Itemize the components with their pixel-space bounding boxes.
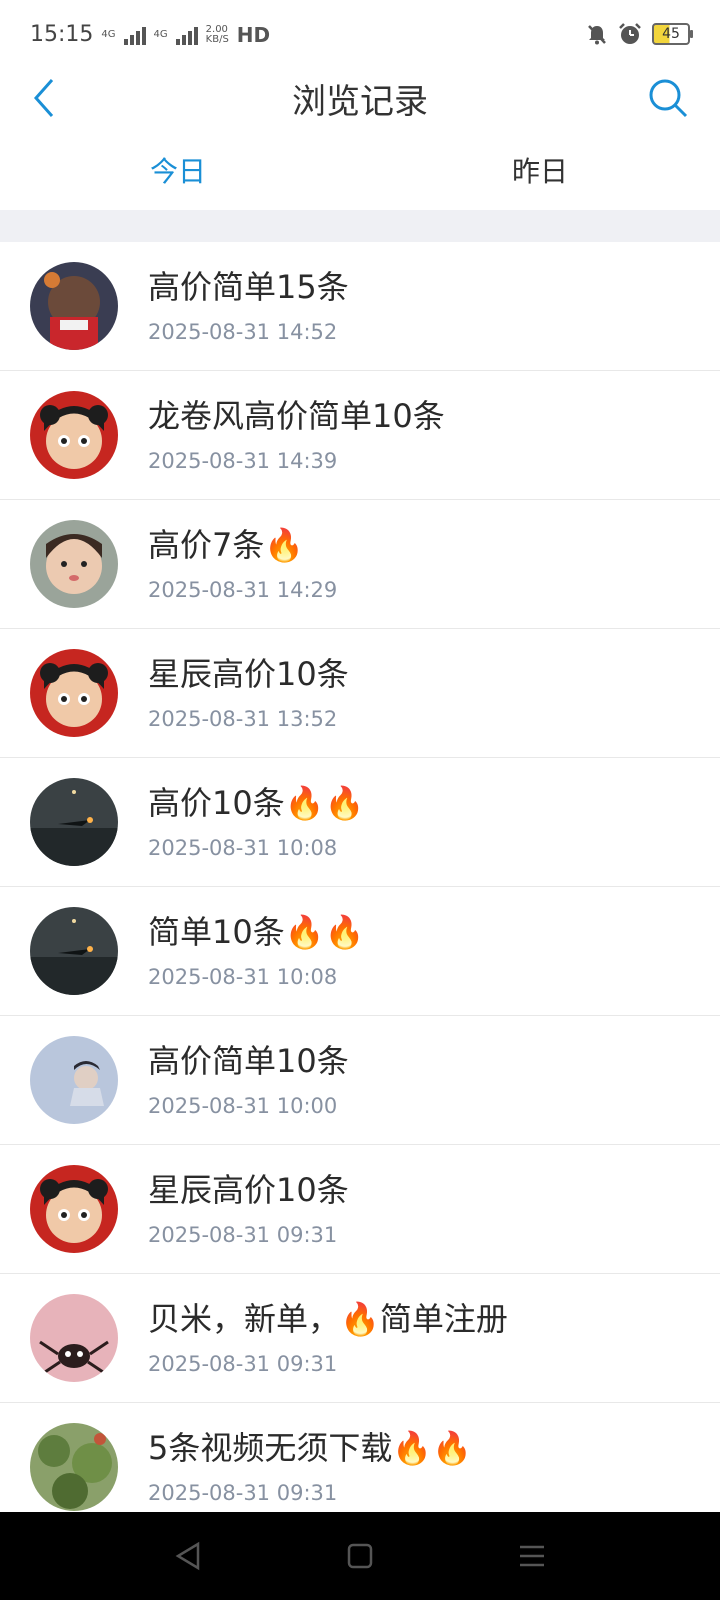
item-time: 2025-08-31 09:31 (148, 1223, 338, 1247)
status-left: 15:15 4G 4G 2.00 KB/S HD (30, 22, 270, 47)
item-title: 星辰高价10条 (148, 1171, 349, 1209)
avatar (30, 391, 118, 479)
item-time: 2025-08-31 10:08 (148, 965, 338, 989)
history-list: 高价简单15条 2025-08-31 14:52 龙卷风高价简单10条 2025… (0, 242, 720, 1532)
search-icon (649, 79, 688, 118)
list-item[interactable]: 高价7条🔥 2025-08-31 14:29 (0, 500, 720, 629)
battery-icon: 45 (652, 23, 693, 45)
list-item[interactable]: 简单10条🔥🔥 2025-08-31 10:08 (0, 887, 720, 1016)
section-divider (0, 210, 720, 242)
item-title: 5条视频无须下载🔥🔥 (148, 1429, 473, 1467)
speed-unit: KB/S (205, 33, 229, 45)
item-time: 2025-08-31 13:52 (148, 707, 338, 731)
network-type-2: 4G (153, 28, 168, 40)
menu-icon (520, 1545, 544, 1567)
item-title: 龙卷风高价简单10条 (148, 397, 445, 435)
avatar (30, 778, 118, 866)
avatar (30, 907, 118, 995)
avatar (30, 520, 118, 608)
status-time: 15:15 (30, 22, 94, 47)
list-item[interactable]: 星辰高价10条 2025-08-31 13:52 (0, 629, 720, 758)
item-time: 2025-08-31 14:39 (148, 449, 338, 473)
list-item[interactable]: 龙卷风高价简单10条 2025-08-31 14:39 (0, 371, 720, 500)
list-item[interactable]: 贝米，新单，🔥简单注册 2025-08-31 09:31 (0, 1274, 720, 1403)
system-menu-button[interactable] (512, 1536, 552, 1576)
page-title: 浏览记录 (292, 82, 428, 122)
network-type-1: 4G (101, 28, 116, 40)
item-title: 简单10条🔥🔥 (148, 913, 365, 951)
avatar (30, 1294, 118, 1382)
item-title: 星辰高价10条 (148, 655, 349, 693)
avatar (30, 1036, 118, 1124)
hd-label: HD (236, 22, 271, 47)
system-nav-bar (0, 1512, 720, 1600)
avatar (30, 262, 118, 350)
tab-bar: 今日 昨日 (0, 140, 720, 206)
list-item[interactable]: 高价10条🔥🔥 2025-08-31 10:08 (0, 758, 720, 887)
item-title: 高价7条🔥 (148, 526, 305, 564)
signal-icon-2 (175, 25, 198, 45)
item-title: 高价简单15条 (148, 268, 349, 306)
list-item[interactable]: 高价简单15条 2025-08-31 14:52 (0, 242, 720, 371)
status-bar: 15:15 4G 4G 2.00 KB/S HD 45 (0, 0, 720, 70)
tab-yesterday[interactable]: 昨日 (512, 150, 568, 190)
item-time: 2025-08-31 09:31 (148, 1352, 338, 1376)
signal-icon (123, 25, 146, 45)
status-right: 45 (586, 22, 693, 46)
list-item[interactable]: 高价简单10条 2025-08-31 10:00 (0, 1016, 720, 1145)
item-time: 2025-08-31 09:31 (148, 1481, 338, 1505)
item-time: 2025-08-31 14:29 (148, 578, 338, 602)
alarm-icon (619, 23, 641, 44)
avatar (30, 1423, 118, 1511)
triangle-back-icon (175, 1541, 200, 1571)
list-item[interactable]: 星辰高价10条 2025-08-31 09:31 (0, 1145, 720, 1274)
avatar (30, 649, 118, 737)
system-back-button[interactable] (168, 1536, 208, 1576)
item-title: 高价简单10条 (148, 1042, 349, 1080)
system-home-button[interactable] (340, 1536, 380, 1576)
speed-value: 2.00 (205, 23, 228, 35)
tab-today[interactable]: 今日 (150, 150, 206, 190)
item-time: 2025-08-31 10:08 (148, 836, 338, 860)
item-title: 高价10条🔥🔥 (148, 784, 365, 822)
network-speed: 2.00 KB/S (205, 23, 229, 45)
item-time: 2025-08-31 14:52 (148, 320, 338, 344)
search-button[interactable] (646, 76, 690, 120)
item-time: 2025-08-31 10:00 (148, 1094, 338, 1118)
avatar (30, 1165, 118, 1253)
mute-bell-icon (588, 25, 606, 45)
square-home-icon (347, 1543, 373, 1569)
nav-bar: 浏览记录 (0, 62, 720, 132)
item-title: 贝米，新单，🔥简单注册 (148, 1300, 508, 1338)
